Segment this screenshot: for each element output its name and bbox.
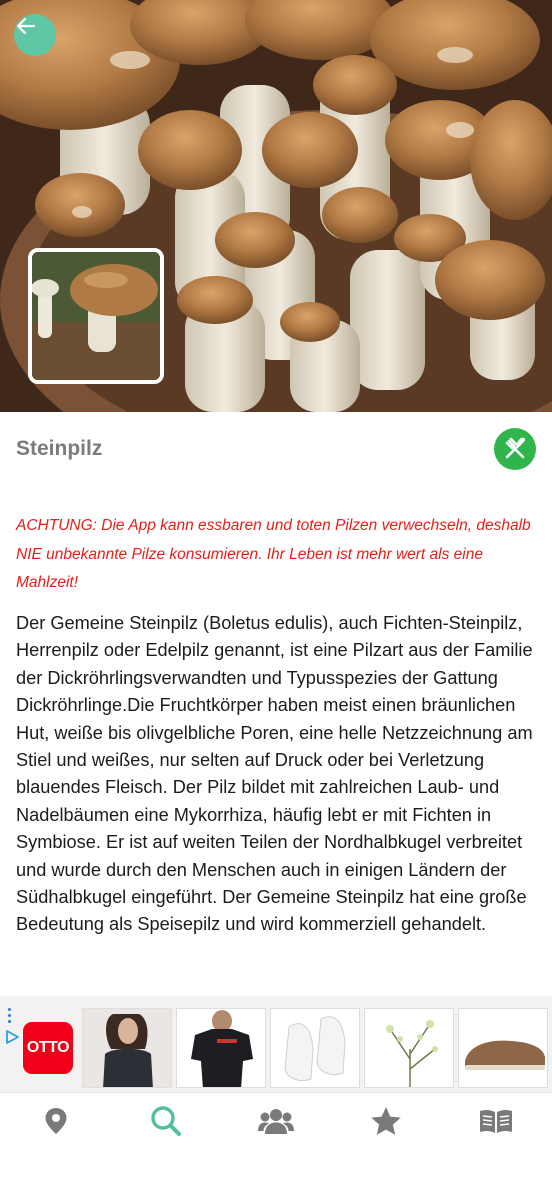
bottom-navigation <box>0 1092 552 1200</box>
ad-menu-icon[interactable] <box>7 1008 15 1026</box>
woman-top-image <box>83 1009 171 1087</box>
white-sneakers-image <box>271 1009 359 1087</box>
title-row: Steinpilz <box>0 412 552 492</box>
plant-branch-image <box>365 1009 453 1087</box>
adchoices-icon[interactable] <box>4 1029 20 1045</box>
mushroom-thumbnail[interactable] <box>28 248 164 384</box>
nav-community[interactable] <box>256 1101 296 1141</box>
search-icon <box>151 1106 181 1136</box>
ad-product-plant[interactable] <box>364 1008 454 1088</box>
otto-logo[interactable]: OTTO <box>23 1022 73 1074</box>
ad-product-polo-shirt[interactable] <box>176 1008 266 1088</box>
nav-search[interactable] <box>146 1101 186 1141</box>
book-icon <box>480 1109 512 1133</box>
map-pin-icon <box>45 1108 67 1134</box>
thumbnail-photo <box>32 252 160 380</box>
loafer-shoe-image <box>459 1009 547 1087</box>
edibility-badge[interactable] <box>494 428 536 470</box>
users-icon <box>258 1109 294 1134</box>
arrow-left-icon <box>16 17 36 35</box>
star-icon <box>371 1107 401 1135</box>
mushroom-hero-image <box>0 0 552 412</box>
ad-product-sneakers[interactable] <box>270 1008 360 1088</box>
back-button[interactable] <box>14 14 56 56</box>
mushroom-title: Steinpilz <box>16 437 103 460</box>
fork-knife-icon <box>505 437 526 459</box>
nav-map[interactable] <box>36 1101 76 1141</box>
ad-product-loafer[interactable] <box>458 1008 548 1088</box>
polo-shirt-image <box>177 1009 265 1087</box>
nav-favorites[interactable] <box>366 1101 406 1141</box>
ad-product-woman-top[interactable] <box>82 1008 172 1088</box>
mushroom-description: Der Gemeine Steinpilz (Boletus edulis), … <box>16 613 533 935</box>
nav-library[interactable] <box>476 1101 516 1141</box>
safety-warning: ACHTUNG: Die App kann essbaren und toten… <box>16 517 531 591</box>
